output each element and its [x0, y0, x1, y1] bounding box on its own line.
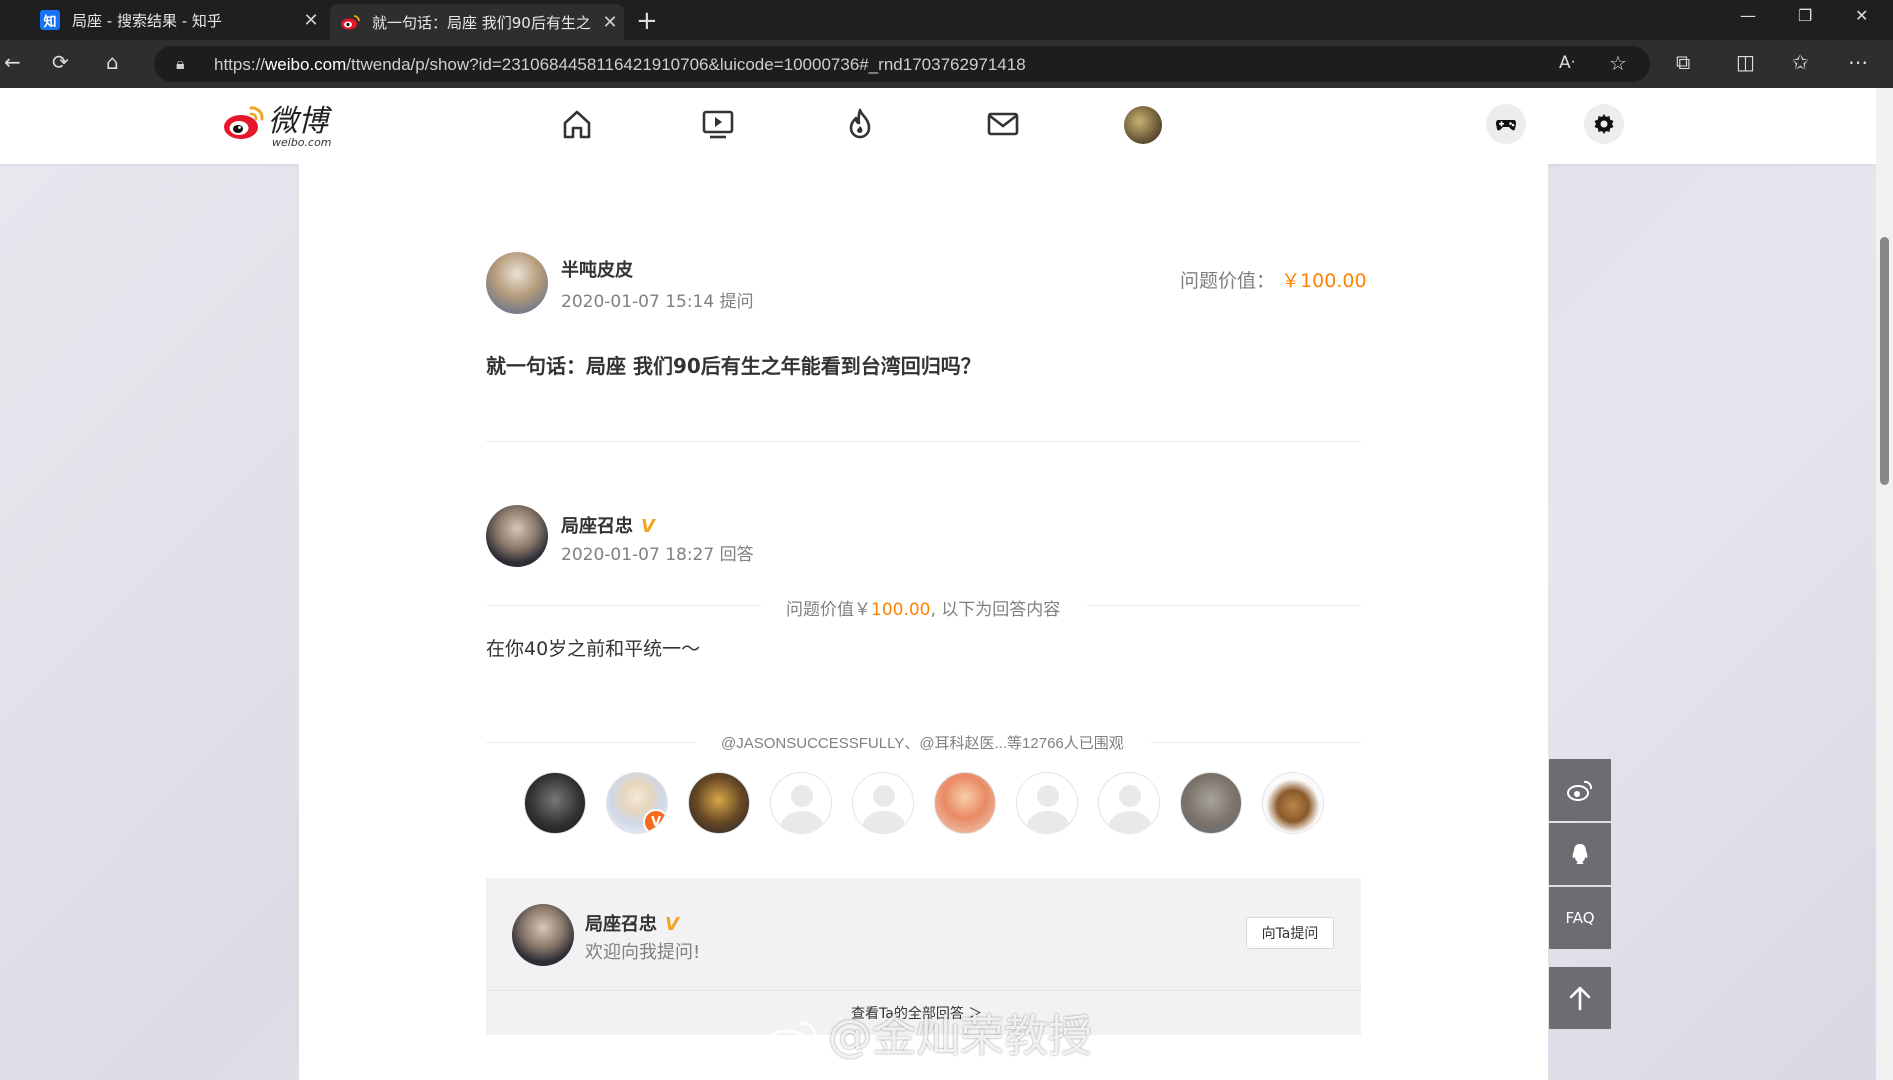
restore-icon[interactable]: ❐ — [1798, 6, 1812, 25]
back-icon[interactable]: ← — [4, 50, 21, 74]
watcher-avatar[interactable] — [934, 772, 996, 834]
answer-value-text: 问题价值￥100.00, 以下为回答内容 — [786, 595, 1060, 620]
weibo-favicon-icon — [340, 12, 360, 32]
weibo-domain-label: weibo.com — [272, 136, 332, 149]
watermark: @金灿荣教授 — [762, 1000, 1092, 1064]
watcher-avatar-default[interactable] — [1016, 772, 1078, 834]
answerer-name-row[interactable]: 局座召忠 V — [561, 512, 655, 538]
tab-weibo[interactable]: 就一句话：局座 我们90后有生之 ✕ — [330, 4, 624, 40]
qq-share-icon[interactable] — [1549, 823, 1611, 885]
verified-badge-icon: V — [665, 914, 679, 935]
zhihu-favicon-icon: 知 — [40, 10, 60, 30]
read-aloud-icon[interactable]: Aᐧ — [1559, 53, 1575, 73]
answerer-avatar[interactable] — [486, 505, 548, 567]
home-icon[interactable] — [559, 106, 595, 142]
divider-right — [1151, 742, 1361, 743]
url-domain: weibo.com — [265, 55, 347, 74]
faq-button[interactable]: FAQ — [1549, 887, 1611, 949]
question-title: 就一句话：局座 我们90后有生之年能看到台湾回归吗？ — [486, 354, 981, 378]
url-prefix: https:// — [214, 55, 266, 74]
answerer-name: 局座召忠 — [561, 516, 633, 537]
favorites-icon[interactable]: ✩ — [1792, 50, 1809, 74]
watcher-avatar[interactable] — [1262, 772, 1324, 834]
profile-avatar[interactable] — [512, 904, 574, 966]
watcher-avatar-default[interactable] — [1098, 772, 1160, 834]
asker-avatar[interactable] — [486, 252, 548, 314]
watcher-avatar[interactable] — [1180, 772, 1242, 834]
profile-name-row[interactable]: 局座召忠 V — [585, 910, 679, 936]
question-value-label: 问题价值： — [1180, 270, 1276, 292]
answered-time: 2020-01-07 18:27 回答 — [561, 545, 754, 565]
section-divider — [486, 441, 1361, 442]
watcher-avatar[interactable]: V — [606, 772, 668, 834]
question-value: 问题价值： ￥100.00 — [1180, 266, 1367, 293]
settings-gear-icon[interactable] — [1584, 104, 1624, 144]
watcher-avatar-default[interactable] — [770, 772, 832, 834]
verified-badge-icon: V — [641, 516, 655, 537]
divider-left — [486, 742, 696, 743]
divider-right — [1086, 605, 1361, 606]
question-value-amount: ￥100.00 — [1281, 270, 1367, 292]
tab-title: 局座 - 搜索结果 - 知乎 — [72, 11, 222, 30]
watermark-text: @金灿荣教授 — [828, 1011, 1092, 1062]
url-bar[interactable]: 🔒︎ https://weibo.com/ttwenda/p/show?id=2… — [154, 46, 1650, 82]
ask-button[interactable]: 向Ta提问 — [1246, 917, 1334, 949]
url-path: /ttwenda/p/show?id=231068445811642191070… — [346, 55, 1026, 74]
profile-welcome: 欢迎向我提问! — [585, 942, 701, 963]
weibo-wordmark: 微博 — [268, 104, 328, 139]
close-tab-icon[interactable]: ✕ — [297, 10, 325, 31]
new-tab-icon[interactable]: + — [636, 6, 658, 36]
profile-name: 局座召忠 — [585, 914, 657, 935]
mail-icon[interactable] — [985, 106, 1021, 142]
watcher-avatar[interactable] — [524, 772, 586, 834]
watchers-summary[interactable]: @JASONSUCCESSFULLY、@耳科赵医...等12766人已围观 — [721, 732, 1124, 753]
home-browser-icon[interactable]: ⌂ — [106, 50, 119, 74]
watchers-line: @JASONSUCCESSFULLY、@耳科赵医...等12766人已围观 — [486, 732, 1361, 752]
weibo-logo-icon — [222, 102, 266, 142]
minimize-icon[interactable]: — — [1740, 6, 1756, 25]
extensions-icon[interactable]: ⧉ — [1676, 50, 1690, 74]
tab-zhihu[interactable]: 知 局座 - 搜索结果 - 知乎 ✕ — [30, 4, 325, 36]
user-avatar[interactable] — [1124, 106, 1162, 144]
answer-value-prefix: 问题价值￥ — [786, 600, 871, 620]
watcher-avatar[interactable] — [688, 772, 750, 834]
verified-badge-icon: V — [643, 809, 667, 833]
more-icon[interactable]: ⋯ — [1848, 50, 1868, 74]
url-text[interactable]: https://weibo.com/ttwenda/p/show?id=2310… — [214, 55, 1026, 75]
video-icon[interactable] — [700, 106, 736, 142]
split-screen-icon[interactable]: ◫ — [1736, 50, 1755, 74]
answer-value-suffix: , 以下为回答内容 — [930, 600, 1061, 620]
address-row: ← ⟳ ⌂ 🔒︎ https://weibo.com/ttwenda/p/sho… — [0, 40, 1893, 88]
scrollbar-thumb[interactable] — [1880, 237, 1889, 485]
lock-icon[interactable]: 🔒︎ — [176, 54, 185, 74]
browser-tab-bar: 知 局座 - 搜索结果 - 知乎 ✕ 就一句话：局座 我们90后有生之 ✕ + … — [0, 0, 1893, 40]
refresh-icon[interactable]: ⟳ — [52, 50, 69, 74]
weibo-share-icon[interactable] — [1549, 759, 1611, 821]
weibo-logo[interactable]: 微博 weibo.com — [222, 102, 332, 149]
hot-icon[interactable] — [842, 106, 878, 142]
asked-time: 2020-01-07 15:14 提问 — [561, 292, 754, 312]
weibo-top-nav: 微博 weibo.com — [0, 88, 1876, 164]
tab-title: 就一句话：局座 我们90后有生之 — [372, 13, 591, 32]
close-tab-icon[interactable]: ✕ — [596, 12, 624, 33]
answer-value-line: 问题价值￥100.00, 以下为回答内容 — [486, 595, 1361, 620]
answerer-profile-box: 局座召忠 V 欢迎向我提问! 向Ta提问 — [486, 878, 1361, 990]
game-controller-icon[interactable] — [1486, 104, 1526, 144]
close-window-icon[interactable]: ✕ — [1855, 6, 1868, 25]
back-to-top-icon[interactable] — [1549, 967, 1611, 1029]
weibo-watermark-icon — [762, 1017, 820, 1061]
watcher-avatar-default[interactable] — [852, 772, 914, 834]
answer-value-amount: 100.00 — [871, 600, 931, 620]
divider-left — [486, 605, 761, 606]
favorite-star-icon[interactable]: ☆ — [1609, 51, 1627, 75]
answer-content: 在你40岁之前和平统一～ — [486, 638, 701, 660]
asker-name[interactable]: 半吨皮皮 — [561, 256, 633, 282]
